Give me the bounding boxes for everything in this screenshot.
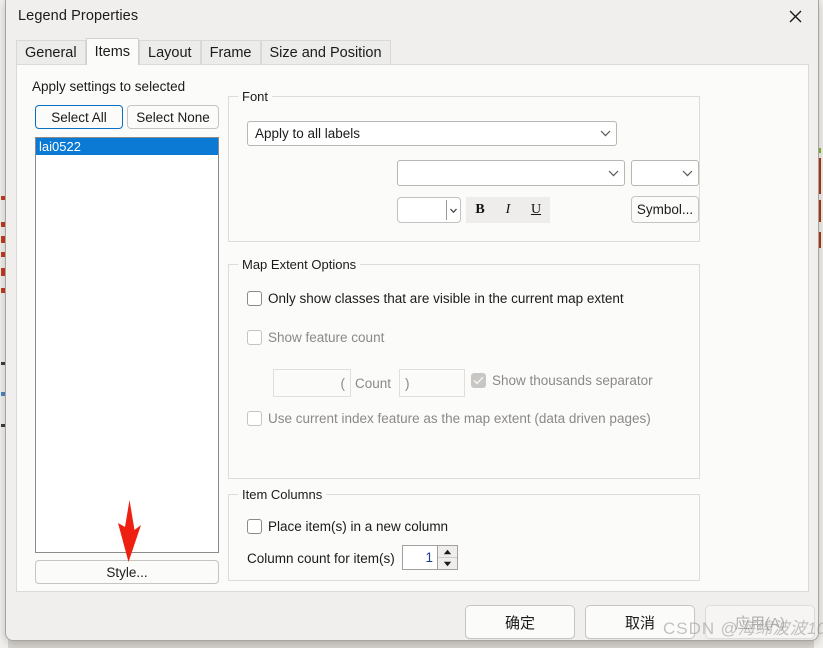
place-items-new-column-label: Place item(s) in a new column xyxy=(268,519,449,534)
font-size-value xyxy=(398,198,446,222)
column-count-value: 1 xyxy=(425,550,433,565)
checkbox-box xyxy=(247,330,262,345)
item-columns-group: Item Columns Place item(s) in a new colu… xyxy=(228,487,700,581)
close-icon[interactable] xyxy=(772,0,818,32)
chevron-down-icon xyxy=(602,170,624,177)
map-extent-options-title: Map Extent Options xyxy=(238,257,361,272)
place-items-new-column-checkbox[interactable]: Place item(s) in a new column xyxy=(247,519,448,534)
tab-size-and-position[interactable]: Size and Position xyxy=(260,40,391,65)
use-current-index-feature-label: Use current index feature as the map ext… xyxy=(268,411,651,426)
font-group: Font Apply to all labels B I U Symbol... xyxy=(228,89,700,242)
legend-properties-dialog: Legend Properties General Items Layout F… xyxy=(5,0,819,641)
window-title: Legend Properties xyxy=(18,8,139,24)
item-columns-title: Item Columns xyxy=(238,487,327,502)
tab-frame[interactable]: Frame xyxy=(200,40,261,65)
stepper-down-icon[interactable] xyxy=(438,558,457,569)
tab-layout[interactable]: Layout xyxy=(139,40,201,65)
ok-button[interactable]: 确定 xyxy=(465,605,575,639)
show-thousands-separator-label: Show thousands separator xyxy=(492,373,653,388)
chevron-down-icon[interactable] xyxy=(447,198,460,222)
apply-button: 应用(A) xyxy=(705,605,815,639)
font-group-title: Font xyxy=(238,89,273,104)
chevron-down-icon xyxy=(676,170,698,177)
only-show-visible-classes-label: Only show classes that are visible in th… xyxy=(268,291,624,306)
italic-button[interactable]: I xyxy=(496,199,520,221)
cancel-button[interactable]: 取消 xyxy=(585,605,695,639)
apply-settings-label: Apply settings to selected xyxy=(32,79,186,94)
show-feature-count-label: Show feature count xyxy=(268,330,385,345)
map-extent-options-group: Map Extent Options Only show classes tha… xyxy=(228,257,700,479)
tab-general[interactable]: General xyxy=(16,40,86,65)
underline-button[interactable]: U xyxy=(524,199,548,221)
select-none-button[interactable]: Select None xyxy=(127,105,219,129)
count-prefix-input[interactable]: ( xyxy=(273,369,351,397)
font-apply-combo[interactable]: Apply to all labels xyxy=(247,121,617,146)
style-button[interactable]: Style... xyxy=(35,560,219,584)
stepper-buttons xyxy=(437,546,457,569)
symbol-button[interactable]: Symbol... xyxy=(631,196,699,223)
count-placeholder-label: Count xyxy=(355,375,392,391)
tab-strip: General Items Layout Frame Size and Posi… xyxy=(16,38,391,65)
show-thousands-separator-checkbox[interactable]: Show thousands separator xyxy=(471,373,653,388)
bold-button[interactable]: B xyxy=(468,199,492,221)
legend-items-listbox[interactable]: lai0522 xyxy=(35,137,219,553)
stepper-up-icon[interactable] xyxy=(438,546,457,558)
only-show-visible-classes-checkbox[interactable]: Only show classes that are visible in th… xyxy=(247,291,624,306)
title-bar: Legend Properties xyxy=(6,0,818,34)
checkbox-box xyxy=(247,291,262,306)
checkbox-box xyxy=(247,411,262,426)
checkbox-box xyxy=(471,373,486,388)
use-current-index-feature-checkbox[interactable]: Use current index feature as the map ext… xyxy=(247,411,651,426)
column-count-label: Column count for item(s) xyxy=(247,551,395,566)
font-name-combo[interactable] xyxy=(397,160,625,186)
count-suffix-input[interactable]: ) xyxy=(399,369,465,397)
items-tab-panel: Apply settings to selected Select All Se… xyxy=(16,64,809,592)
font-style-toolbar: B I U xyxy=(466,197,550,223)
checkbox-box xyxy=(247,519,262,534)
chevron-down-icon xyxy=(594,130,616,137)
column-count-stepper[interactable]: 1 xyxy=(402,545,458,570)
show-feature-count-checkbox[interactable]: Show feature count xyxy=(247,330,384,345)
font-apply-combo-value: Apply to all labels xyxy=(255,126,361,141)
font-color-combo[interactable] xyxy=(631,160,699,186)
tab-items[interactable]: Items xyxy=(85,38,140,65)
list-item[interactable]: lai0522 xyxy=(36,138,218,155)
font-size-input[interactable] xyxy=(397,197,461,223)
select-all-button[interactable]: Select All xyxy=(35,105,123,129)
